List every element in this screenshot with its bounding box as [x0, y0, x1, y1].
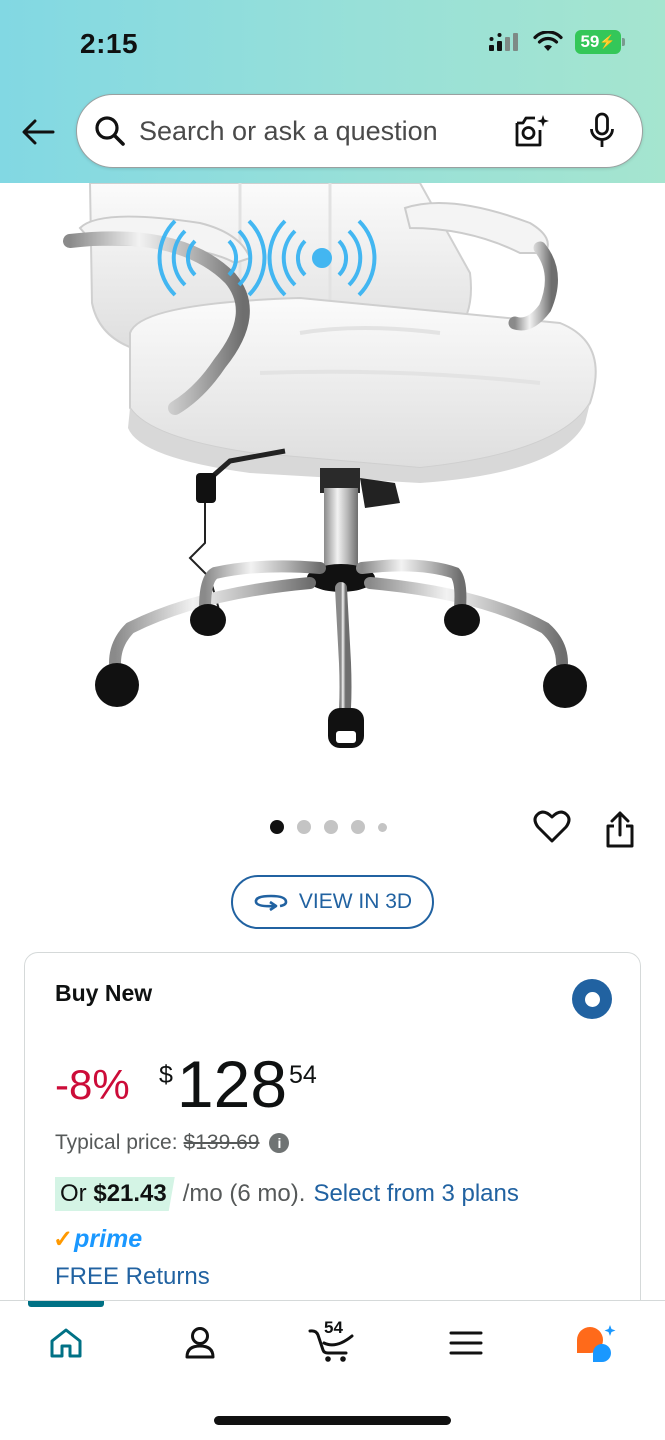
- signal-icon: [489, 33, 518, 51]
- office-chair-illustration: [63, 182, 597, 748]
- price-symbol: $: [159, 1061, 173, 1089]
- status-icons: 59 ⚡: [487, 30, 625, 54]
- price-whole: 128: [176, 1047, 288, 1121]
- search-input[interactable]: [139, 115, 510, 147]
- typical-price-label: Typical price:: [55, 1131, 178, 1154]
- nav-rufus[interactable]: [566, 1319, 626, 1367]
- radio-selected-dot: [584, 991, 600, 1007]
- carousel-dot[interactable]: [270, 820, 284, 834]
- heart-icon: [533, 810, 571, 843]
- price: $ 128 54: [159, 1051, 317, 1117]
- carousel-dot[interactable]: [378, 822, 387, 832]
- wifi-icon: [533, 31, 563, 51]
- battery-indicator: 59 ⚡: [575, 30, 625, 54]
- back-button[interactable]: [18, 112, 58, 152]
- carousel-dot[interactable]: [297, 820, 311, 834]
- installment-tag: Or $21.43: [55, 1177, 175, 1211]
- cart-count-badge: 54: [324, 1318, 343, 1337]
- search-bar[interactable]: [76, 94, 643, 168]
- free-returns-link[interactable]: FREE Returns: [55, 1263, 210, 1291]
- installment-amount: $21.43: [93, 1180, 167, 1207]
- typical-price: Typical price: $139.69 i: [55, 1131, 290, 1155]
- buy-new-radio[interactable]: [572, 979, 612, 1019]
- discount-percent: -8%: [55, 1061, 130, 1108]
- share-button[interactable]: [598, 805, 642, 853]
- image-carousel-dots[interactable]: [270, 820, 387, 834]
- view-in-3d-button[interactable]: VIEW IN 3D: [231, 875, 434, 929]
- camera-lens-icon[interactable]: [510, 109, 554, 153]
- carousel-dot[interactable]: [324, 820, 338, 834]
- active-tab-indicator: [28, 1301, 104, 1307]
- view-in-3d-label: VIEW IN 3D: [298, 890, 413, 913]
- prime-badge: ✓ prime: [53, 1225, 142, 1254]
- back-arrow-icon: [22, 119, 55, 145]
- prime-label: prime: [74, 1225, 143, 1253]
- installment-offer: Or $21.43 /mo (6 mo). Select from 3 plan…: [55, 1177, 519, 1211]
- nav-home[interactable]: [36, 1319, 96, 1367]
- select-plans-link[interactable]: Select from 3 plans: [313, 1180, 518, 1208]
- buy-new-title: Buy New: [55, 980, 153, 1006]
- menu-icon: [449, 1331, 483, 1355]
- info-icon[interactable]: i: [269, 1133, 290, 1153]
- buy-box: Buy New -8% $ 128 54 Typical price: $139…: [24, 952, 641, 1352]
- header: 2:15 59 ⚡: [0, 0, 665, 183]
- installment-terms: /mo (6 mo).: [182, 1180, 306, 1207]
- carousel-dot[interactable]: [351, 820, 365, 834]
- rufus-assistant-icon: [577, 1325, 616, 1362]
- microphone-icon[interactable]: [580, 109, 624, 153]
- prime-check-icon: ✓: [53, 1226, 74, 1253]
- nav-menu[interactable]: [436, 1319, 496, 1367]
- installment-prefix: Or: [60, 1180, 87, 1207]
- nav-account[interactable]: [170, 1319, 230, 1367]
- share-icon: [606, 811, 634, 848]
- home-indicator: [214, 1416, 451, 1425]
- rotate-3d-icon: [254, 894, 288, 912]
- product-image[interactable]: [0, 182, 665, 783]
- battery-level: 59: [580, 32, 600, 51]
- home-icon: [50, 1328, 82, 1358]
- wishlist-button[interactable]: [530, 805, 574, 849]
- account-icon: [185, 1327, 215, 1359]
- price-fraction: 54: [289, 1061, 317, 1089]
- typical-price-value: $139.69: [183, 1131, 260, 1154]
- status-time: 2:15: [80, 28, 139, 59]
- charging-bolt-icon: ⚡: [599, 34, 616, 49]
- search-icon: [93, 114, 127, 148]
